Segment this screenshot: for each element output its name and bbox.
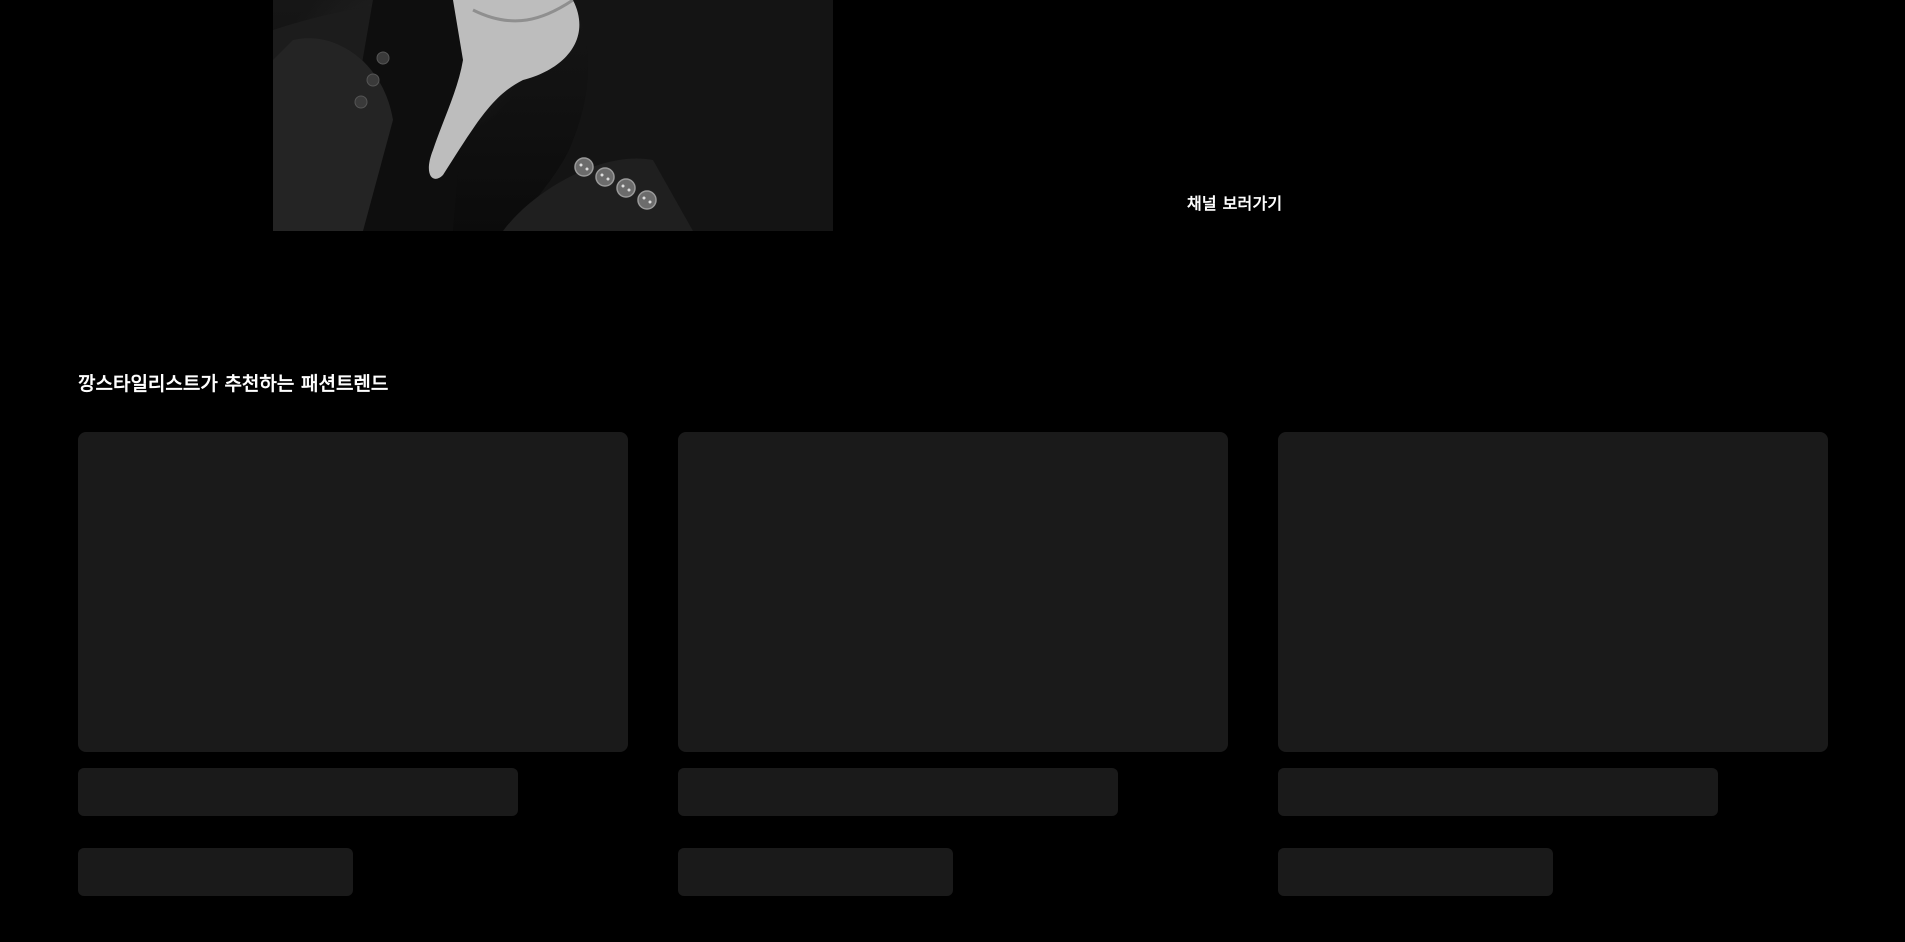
card-thumbnail-placeholder — [1278, 432, 1828, 752]
card-title-placeholder — [1278, 768, 1718, 816]
card-title-placeholder — [78, 768, 518, 816]
hero-photo — [273, 0, 833, 231]
suit-sleeve-illustration — [273, 0, 833, 231]
page: 채널 보러가기 깡스타일리스트가 추천하는 패션트렌드 — [0, 0, 1905, 942]
section-title: 깡스타일리스트가 추천하는 패션트렌드 — [78, 373, 389, 395]
card-meta-placeholder — [78, 848, 353, 896]
card-meta-placeholder — [1278, 848, 1553, 896]
card-thumbnail-placeholder — [678, 432, 1228, 752]
trend-card-skeleton[interactable] — [78, 432, 628, 896]
card-meta-placeholder — [678, 848, 953, 896]
trend-card-skeleton[interactable] — [678, 432, 1228, 896]
card-thumbnail-placeholder — [78, 432, 628, 752]
card-title-placeholder — [678, 768, 1118, 816]
channel-link[interactable]: 채널 보러가기 — [1187, 190, 1282, 214]
trend-card-skeleton[interactable] — [1278, 432, 1828, 896]
